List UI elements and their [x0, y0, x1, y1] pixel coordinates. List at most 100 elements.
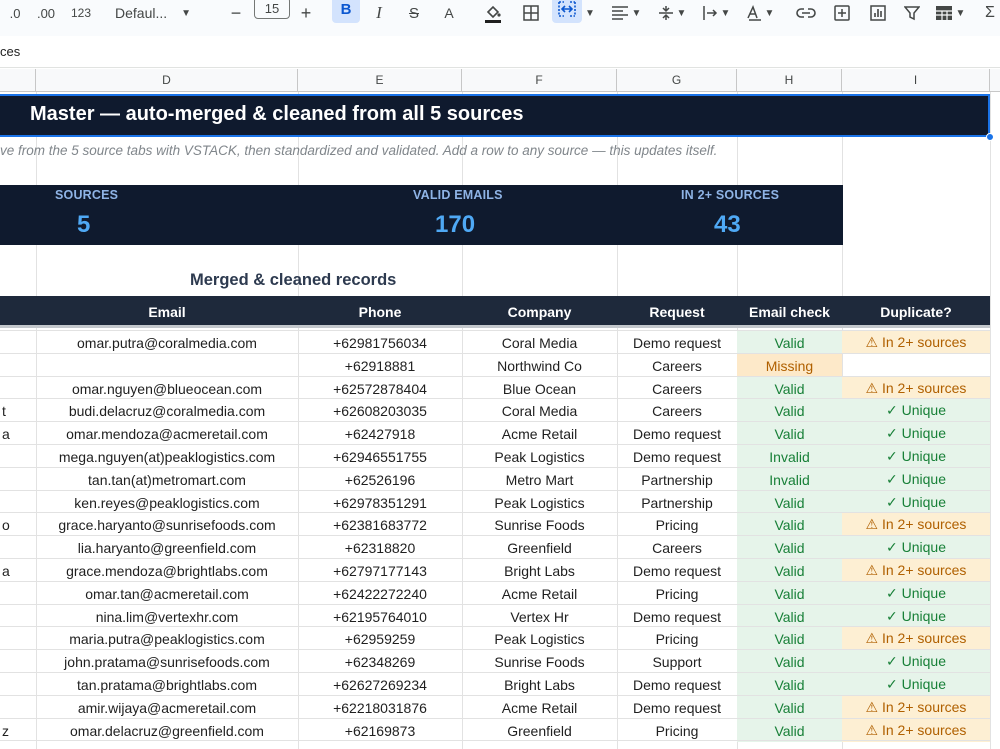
cell-email-check[interactable]: Valid — [737, 673, 842, 696]
cell-duplicate[interactable]: ✓ Unique — [842, 491, 990, 514]
cell-company[interactable]: Coral Media — [462, 331, 617, 354]
cell-duplicate[interactable]: ⚠ In 2+ sources — [842, 513, 990, 536]
filter-views-button[interactable]: ▼ — [930, 0, 970, 26]
decrease-decimal-button[interactable]: .0 — [4, 0, 26, 26]
cell-company[interactable]: Greenfield — [462, 536, 617, 559]
cell-request[interactable]: Pricing — [617, 582, 737, 605]
cell-phone[interactable]: +62627269234 — [298, 673, 462, 696]
cell-c[interactable]: a — [0, 559, 36, 582]
cell-c[interactable]: o — [0, 513, 36, 536]
cell-request[interactable]: Demo request — [617, 331, 737, 354]
cell-email[interactable]: omar.delacruz@greenfield.com — [36, 719, 298, 742]
font-size-increase-button[interactable]: + — [296, 0, 316, 26]
cell-company[interactable]: Metro Mart — [462, 468, 617, 491]
cell-request[interactable]: Demo request — [617, 673, 737, 696]
cell-email[interactable]: nina.lim@vertexhr.com — [36, 605, 298, 628]
borders-button[interactable] — [520, 0, 542, 26]
cell-email-check[interactable]: Valid — [737, 331, 842, 354]
insert-link-button[interactable] — [794, 0, 818, 26]
column-header-f[interactable]: F — [462, 69, 617, 92]
cell-phone[interactable]: +62381683772 — [298, 513, 462, 536]
cell-company[interactable]: Peak Logistics — [462, 627, 617, 650]
cell-company[interactable]: Peak Logistics — [462, 491, 617, 514]
cell-request[interactable]: Partnership — [617, 491, 737, 514]
cell-email[interactable]: tan.tan(at)metromart.com — [36, 468, 298, 491]
cell-request[interactable]: Demo request — [617, 696, 737, 719]
cell-duplicate[interactable]: ✓ Unique — [842, 536, 990, 559]
cell-request[interactable]: Pricing — [617, 627, 737, 650]
cell-company[interactable]: Peak Logistics — [462, 445, 617, 468]
text-wrapping-button[interactable]: ▼ — [698, 0, 734, 26]
cell-duplicate[interactable]: ✓ Unique — [842, 468, 990, 491]
cell-request[interactable]: Demo request — [617, 422, 737, 445]
cell-duplicate[interactable]: ⚠ In 2+ sources — [842, 331, 990, 354]
italic-button[interactable]: I — [368, 0, 390, 26]
number-format-button[interactable]: 123 — [68, 0, 94, 26]
cell-phone[interactable]: +62608203035 — [298, 399, 462, 422]
cell-phone[interactable]: +62318820 — [298, 536, 462, 559]
cell-request[interactable]: Demo request — [617, 559, 737, 582]
cell-email-check[interactable]: Valid — [737, 696, 842, 719]
cell-company[interactable]: Sunrise Foods — [462, 650, 617, 673]
cell-phone[interactable]: +62572878404 — [298, 377, 462, 400]
merge-cells-button[interactable] — [552, 0, 582, 23]
cell-c[interactable] — [0, 582, 36, 605]
cell-email-check[interactable]: Invalid — [737, 445, 842, 468]
cell-duplicate[interactable]: ✓ Unique — [842, 445, 990, 468]
cell-duplicate[interactable] — [842, 354, 990, 377]
cell-c[interactable] — [0, 673, 36, 696]
vertical-align-button[interactable]: ▼ — [654, 0, 690, 26]
cell-company[interactable]: Northwind Co — [462, 354, 617, 377]
text-color-button[interactable]: A — [438, 0, 460, 26]
cell-email[interactable]: omar.mendoza@acmeretail.com — [36, 422, 298, 445]
header-email-check[interactable]: Email check — [737, 296, 842, 328]
column-header-i[interactable]: I — [842, 69, 990, 92]
cell-c[interactable] — [0, 696, 36, 719]
column-header-g[interactable]: G — [617, 69, 737, 92]
cell-phone[interactable]: +62981756034 — [298, 331, 462, 354]
cell-email[interactable]: omar.tan@acmeretail.com — [36, 582, 298, 605]
strikethrough-button[interactable]: S — [403, 0, 425, 26]
header-request[interactable]: Request — [617, 296, 737, 328]
cell-email-check[interactable]: Valid — [737, 377, 842, 400]
header-duplicate[interactable]: Duplicate? — [842, 296, 990, 328]
filter-button[interactable] — [900, 0, 924, 26]
header-company[interactable]: Company — [462, 296, 617, 328]
cell-company[interactable]: Acme Retail — [462, 582, 617, 605]
cell-c[interactable] — [0, 331, 36, 354]
cell-request[interactable]: Careers — [617, 536, 737, 559]
cell-email[interactable]: ken.reyes@peaklogistics.com — [36, 491, 298, 514]
cell-duplicate[interactable]: ✓ Unique — [842, 650, 990, 673]
cell-duplicate[interactable]: ⚠ In 2+ sources — [842, 559, 990, 582]
column-header-e[interactable]: E — [298, 69, 462, 92]
cell-c[interactable] — [0, 468, 36, 491]
cell-email[interactable]: john.pratama@sunrisefoods.com — [36, 650, 298, 673]
cell-phone[interactable]: +62169873 — [298, 719, 462, 742]
bold-button[interactable]: B — [332, 0, 360, 23]
cell-duplicate[interactable]: ✓ Unique — [842, 605, 990, 628]
cell-duplicate[interactable]: ⚠ In 2+ sources — [842, 627, 990, 650]
cell-email-check[interactable]: Valid — [737, 650, 842, 673]
cell-company[interactable]: Acme Retail — [462, 696, 617, 719]
cell-company[interactable]: Bright Labs — [462, 673, 617, 696]
increase-decimal-button[interactable]: .00 — [34, 0, 58, 26]
cell-company[interactable]: Coral Media — [462, 399, 617, 422]
cell-duplicate[interactable]: ✓ Unique — [842, 422, 990, 445]
cell-phone[interactable]: +62427918 — [298, 422, 462, 445]
cell-email-check[interactable]: Valid — [737, 627, 842, 650]
cell-email-check[interactable]: Valid — [737, 399, 842, 422]
cell-c[interactable] — [0, 536, 36, 559]
cell-email-check[interactable]: Valid — [737, 491, 842, 514]
cell-email[interactable]: grace.haryanto@sunrisefoods.com — [36, 513, 298, 536]
cell-phone[interactable]: +62978351291 — [298, 491, 462, 514]
cell-request[interactable]: Demo request — [617, 445, 737, 468]
header-phone[interactable]: Phone — [298, 296, 462, 328]
cell-c[interactable] — [0, 650, 36, 673]
cell-c[interactable]: t — [0, 399, 36, 422]
formula-bar[interactable]: ces — [0, 36, 1000, 68]
cell-email-check[interactable]: Valid — [737, 513, 842, 536]
text-rotation-button[interactable]: ▼ — [742, 0, 778, 26]
cell-email-check[interactable]: Valid — [737, 422, 842, 445]
column-header-d[interactable]: D — [36, 69, 298, 92]
font-family-select[interactable]: Defaul... ▼ — [115, 0, 210, 26]
